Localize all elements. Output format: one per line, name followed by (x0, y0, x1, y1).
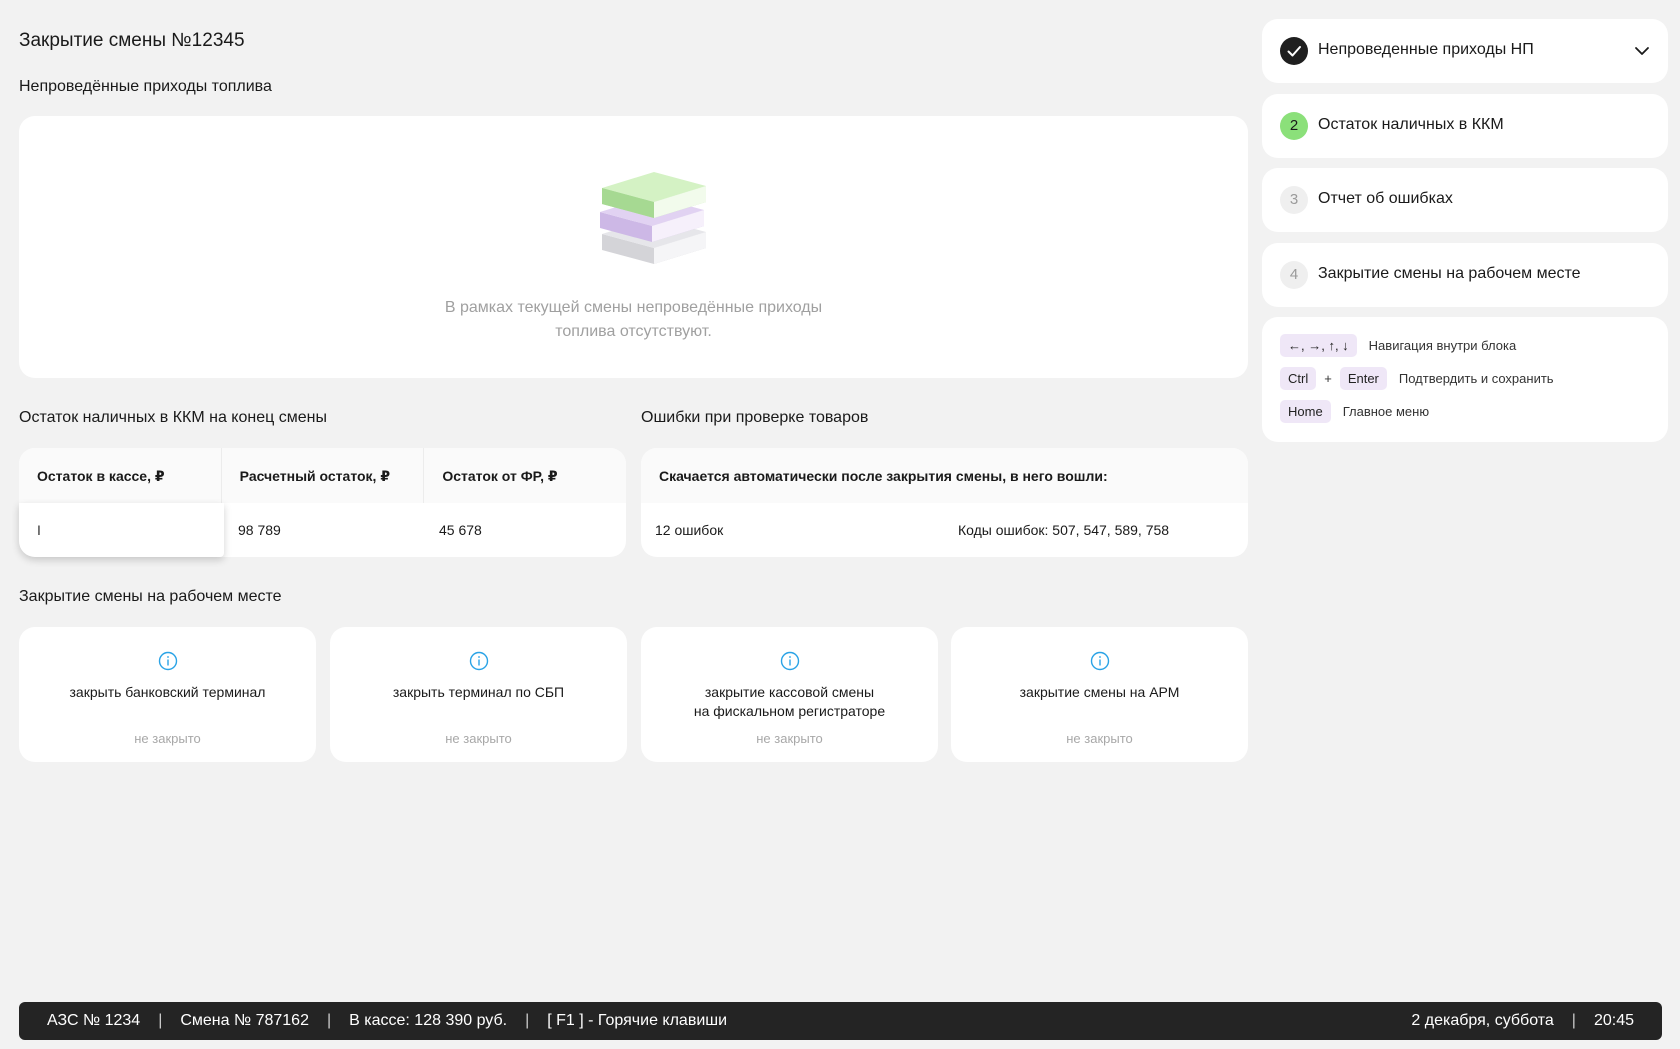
column-header-cash: Остаток в кассе, ₽ (19, 448, 222, 503)
arrow-keys: ←, →, ↑, ↓ (1280, 334, 1357, 357)
tile-status: не закрыто (756, 731, 823, 746)
step-number-badge: 3 (1280, 186, 1308, 214)
info-icon (1090, 651, 1109, 671)
hotkey-description: Навигация внутри блока (1368, 338, 1517, 353)
tile-status: не закрыто (1066, 731, 1133, 746)
hotkey-row-confirm: Ctrl + Enter Подтвердить и сохранить (1280, 367, 1554, 390)
empty-text-line-2: топлива отсутствуют. (555, 323, 712, 340)
cash-table-row: I 98 789 45 678 (19, 503, 626, 557)
errors-card: Скачается автоматически после закрытия с… (641, 448, 1248, 557)
enter-key: Enter (1339, 367, 1387, 390)
step-1-fuel-receipts[interactable]: Непроведенные приходы НП (1262, 19, 1668, 83)
step-3-error-report[interactable]: 3 Отчет об ошибках (1262, 168, 1668, 232)
step-2-cash-balance[interactable]: 2 Остаток наличных в ККМ (1262, 94, 1668, 158)
tile-label-line: закрыть терминал по СБП (392, 684, 565, 700)
fuel-section-title: Непроведённые приходы топлива (19, 78, 272, 95)
step-number-badge: 4 (1280, 261, 1308, 289)
tile-status: не закрыто (134, 731, 201, 746)
separator: | (326, 1012, 332, 1029)
separator: | (158, 1012, 163, 1029)
check-icon (1280, 37, 1308, 65)
cash-in-register: В кассе: 128 390 руб. (349, 1012, 508, 1029)
hotkey-row-home: Home Главное меню (1280, 400, 1429, 423)
page-title: Закрытие смены №12345 (19, 30, 245, 51)
empty-state-text: В рамках текущей смены непроведённые при… (19, 296, 1248, 344)
current-date: 2 декабря, суббота (1411, 1012, 1554, 1029)
station-number: АЗС № 1234 (47, 1012, 141, 1029)
plus-sign: + (1324, 371, 1332, 386)
cash-table-header: Остаток в кассе, ₽ Расчетный остаток, ₽ … (19, 448, 626, 503)
tile-label-line: закрытие кассовой смены (704, 684, 875, 700)
hotkeys-hint[interactable]: [ F1 ] - Горячие клавиши (547, 1012, 727, 1030)
info-icon (469, 651, 488, 671)
cash-amount-input[interactable]: I (19, 503, 224, 557)
tile-label: закрыть банковский терминал (19, 683, 316, 702)
books-illustration (600, 172, 706, 264)
tile-bank-terminal[interactable]: закрыть банковский терминал не закрыто (19, 627, 316, 762)
calculated-balance-value: 98 789 (238, 522, 281, 538)
closing-section-title: Закрытие смены на рабочем месте (19, 588, 282, 605)
tile-label-line: закрыть банковский терминал (69, 684, 266, 700)
column-header-calculated: Расчетный остаток, ₽ (222, 448, 425, 503)
tile-arm-shift[interactable]: закрытие смены на АРМ не закрыто (951, 627, 1248, 762)
info-icon (780, 651, 799, 671)
hotkey-description: Подтвердить и сохранить (1398, 371, 1554, 386)
chevron-down-icon[interactable] (1634, 43, 1650, 59)
status-bar-right: 2 декабря, суббота | 20:45 (1411, 1012, 1662, 1030)
status-bar: АЗС № 1234 | Смена № 787162 | В кассе: 1… (19, 1002, 1662, 1040)
empty-text-line-1: В рамках текущей смены непроведённые при… (444, 299, 823, 316)
step-number-badge: 2 (1280, 112, 1308, 140)
separator: | (1571, 1012, 1576, 1029)
error-count: 12 ошибок (655, 522, 724, 538)
shift-number: Смена № 787162 (180, 1012, 309, 1029)
step-label: Закрытие смены на рабочем месте (1318, 265, 1581, 282)
empty-state-card: В рамках текущей смены непроведённые при… (19, 116, 1248, 378)
cash-section-title: Остаток наличных в ККМ на конец смены (19, 409, 327, 426)
hotkeys-card: ←, →, ↑, ↓ Навигация внутри блока Ctrl +… (1262, 317, 1668, 442)
tile-label-line: закрытие смены на АРМ (1019, 684, 1180, 700)
tile-fiscal-register[interactable]: закрытие кассовой смены на фискальном ре… (641, 627, 938, 762)
ctrl-key: Ctrl (1280, 367, 1317, 390)
step-label: Остаток наличных в ККМ (1318, 116, 1504, 133)
step-label: Отчет об ошибках (1318, 190, 1453, 207)
errors-section-title: Ошибки при проверке товаров (641, 409, 869, 426)
hotkey-description: Главное меню (1342, 404, 1430, 419)
tile-label: закрытие кассовой смены на фискальном ре… (641, 683, 938, 721)
tile-sbp-terminal[interactable]: закрыть терминал по СБП не закрыто (330, 627, 627, 762)
step-4-workplace-closing[interactable]: 4 Закрытие смены на рабочем месте (1262, 243, 1668, 307)
tile-status: не закрыто (445, 731, 512, 746)
tile-label: закрытие смены на АРМ (951, 683, 1248, 702)
separator: | (525, 1012, 530, 1029)
tile-label: закрыть терминал по СБП (330, 683, 627, 702)
info-icon (158, 651, 177, 671)
hotkey-row-navigation: ←, →, ↑, ↓ Навигация внутри блока (1280, 334, 1516, 357)
tile-label-line: на фискальном регистраторе (693, 703, 886, 719)
step-label: Непроведенные приходы НП (1318, 41, 1534, 58)
current-time: 20:45 (1593, 1012, 1634, 1029)
home-key: Home (1280, 400, 1331, 423)
fr-balance-value: 45 678 (439, 522, 482, 538)
errors-row: 12 ошибок Коды ошибок: 507, 547, 589, 75… (641, 503, 1248, 557)
errors-header: Скачается автоматически после закрытия с… (641, 448, 1248, 503)
cash-table: Остаток в кассе, ₽ Расчетный остаток, ₽ … (19, 448, 626, 557)
column-header-fr: Остаток от ФР, ₽ (442, 468, 558, 484)
error-codes: Коды ошибок: 507, 547, 589, 758 (958, 522, 1170, 538)
